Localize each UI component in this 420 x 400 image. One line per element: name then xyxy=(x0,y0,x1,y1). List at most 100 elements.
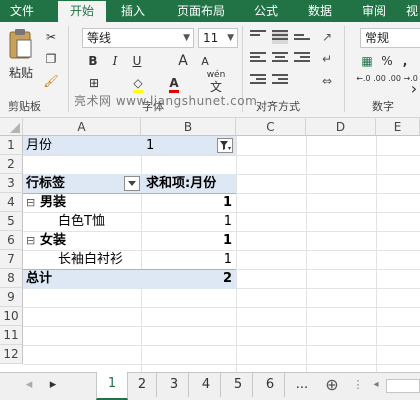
column-header-a[interactable]: A xyxy=(23,118,141,136)
column-header-e[interactable]: E xyxy=(376,118,420,136)
tab-formulas[interactable]: 公式 xyxy=(246,0,286,22)
tab-home[interactable]: 开始 xyxy=(58,1,106,22)
row-label-filter-button[interactable] xyxy=(124,176,140,191)
align-center-icon[interactable] xyxy=(272,52,288,66)
alignment-group-label: 对齐方式 xyxy=(256,100,300,113)
font-name-select[interactable]: 等线 ▼ xyxy=(82,28,194,48)
pivot-total-label[interactable]: 总计 xyxy=(26,269,52,288)
collapse-button[interactable]: ⊟ xyxy=(26,193,35,212)
number-format-select[interactable]: 常规 xyxy=(360,28,420,48)
gridline xyxy=(23,364,420,365)
sheet-tab-3[interactable]: 3 xyxy=(160,373,189,397)
select-all-corner[interactable] xyxy=(0,118,23,136)
chevron-right-icon[interactable]: › xyxy=(408,80,420,98)
paste-button[interactable] xyxy=(6,28,34,62)
pivot-item-value[interactable]: 1 xyxy=(141,212,235,231)
tab-file[interactable]: 文件 xyxy=(0,0,44,22)
column-header-d[interactable]: D xyxy=(306,118,376,136)
underline-button[interactable]: U xyxy=(130,52,144,70)
pivot-total-value[interactable]: 2 xyxy=(141,269,235,288)
pivot-value-header[interactable]: 求和项:月份 xyxy=(146,174,216,193)
increase-indent-icon[interactable] xyxy=(272,74,288,88)
worksheet-grid[interactable]: A B C D E 1 2 3 4 5 6 7 8 9 10 11 12 月份 … xyxy=(0,118,420,372)
row-header[interactable]: 11 xyxy=(0,326,23,345)
sheet-more-button[interactable]: ... xyxy=(290,373,314,397)
currency-icon[interactable]: ▦ xyxy=(360,52,374,70)
sheet-tab-1[interactable]: 1 xyxy=(96,372,128,400)
pivot-filter-label[interactable]: 月份 xyxy=(26,136,52,155)
tab-review[interactable]: 审阅 xyxy=(354,0,394,22)
scroll-split-handle[interactable]: ⋮ xyxy=(352,373,364,397)
sheet-prev-button[interactable]: ◂ xyxy=(22,373,36,397)
horizontal-scrollbar[interactable] xyxy=(386,379,420,393)
italic-button[interactable]: I xyxy=(108,52,122,70)
align-middle-icon[interactable] xyxy=(272,30,288,44)
sheet-next-button[interactable]: ▸ xyxy=(46,373,60,397)
row-header[interactable]: 2 xyxy=(0,155,23,174)
add-sheet-icon[interactable]: ⊕ xyxy=(322,373,342,397)
sheet-tab-6[interactable]: 6 xyxy=(256,373,285,397)
align-right-icon[interactable] xyxy=(294,52,310,66)
clipboard-group-label: 剪贴板 xyxy=(8,100,41,113)
row-header[interactable]: 9 xyxy=(0,288,23,307)
percent-button[interactable]: % xyxy=(380,52,394,70)
orientation-icon[interactable]: ↗ xyxy=(318,28,336,46)
decrease-indent-icon[interactable] xyxy=(250,74,266,88)
row-header[interactable]: 12 xyxy=(0,345,23,364)
pivot-group-value[interactable]: 1 xyxy=(141,193,235,212)
font-color-icon: A xyxy=(169,76,179,93)
tab-page-layout[interactable]: 页面布局 xyxy=(168,0,234,22)
merge-icon[interactable]: ⇔ xyxy=(318,72,336,90)
pivot-item-value[interactable]: 1 xyxy=(141,250,235,269)
fill-color-icon[interactable]: ◇ xyxy=(128,74,148,93)
select-all-icon xyxy=(10,123,20,133)
phonetic-button[interactable]: wén 文 xyxy=(204,70,228,94)
number-group-label: 数字 xyxy=(372,100,394,113)
sheet-tab-5[interactable]: 5 xyxy=(224,373,253,397)
increase-decimal-button[interactable]: ←.0 .00 xyxy=(356,74,386,83)
grow-font-button[interactable]: A xyxy=(176,52,190,70)
filter-dropdown-button[interactable] xyxy=(217,138,233,153)
wrap-text-icon[interactable]: ↵ xyxy=(318,50,336,68)
sheet-tab-4[interactable]: 4 xyxy=(192,373,221,397)
shrink-font-button[interactable]: A xyxy=(198,53,212,71)
pivot-group-label[interactable]: 男装 xyxy=(40,193,66,212)
scroll-left-icon[interactable]: ◂ xyxy=(370,373,382,397)
pivot-filter-value[interactable]: 1 xyxy=(146,136,154,155)
column-header-c[interactable]: C xyxy=(236,118,306,136)
bold-button[interactable]: B xyxy=(86,52,100,70)
format-painter-icon[interactable]: 🖌 xyxy=(42,72,60,90)
pivot-item-label[interactable]: 白色T恤 xyxy=(58,212,105,231)
pivot-group-label[interactable]: 女装 xyxy=(40,231,66,250)
font-color-button[interactable]: A xyxy=(164,74,184,93)
font-size-select[interactable]: 11 ▼ xyxy=(198,28,238,48)
tab-data[interactable]: 数据 xyxy=(300,0,340,22)
tab-insert[interactable]: 插入 xyxy=(112,0,154,22)
separator xyxy=(68,26,69,112)
gridline xyxy=(23,155,420,156)
chevron-down-icon xyxy=(128,181,136,186)
row-header[interactable]: 4 xyxy=(0,193,23,212)
column-header-b[interactable]: B xyxy=(141,118,236,136)
tab-view[interactable]: 视 xyxy=(404,0,420,22)
sheet-tab-2[interactable]: 2 xyxy=(128,373,157,397)
row-header[interactable]: 3 xyxy=(0,174,23,193)
row-header[interactable]: 6 xyxy=(0,231,23,250)
align-top-icon[interactable] xyxy=(250,30,266,44)
row-header[interactable]: 7 xyxy=(0,250,23,269)
cut-icon[interactable]: ✂ xyxy=(42,28,60,46)
row-header[interactable]: 10 xyxy=(0,307,23,326)
ribbon-tab-bar: 文件 开始 插入 页面布局 公式 数据 审阅 视 xyxy=(0,0,420,22)
align-bottom-icon[interactable] xyxy=(294,30,310,44)
comma-button[interactable]: , xyxy=(398,52,412,70)
pivot-group-value[interactable]: 1 xyxy=(141,231,235,250)
collapse-button[interactable]: ⊟ xyxy=(26,231,35,250)
copy-icon[interactable]: ❐ xyxy=(42,50,60,68)
border-icon[interactable]: ⊞ xyxy=(86,74,102,92)
row-header[interactable]: 5 xyxy=(0,212,23,231)
align-left-icon[interactable] xyxy=(250,52,266,66)
row-header[interactable]: 8 xyxy=(0,269,23,288)
row-header[interactable]: 1 xyxy=(0,136,23,155)
pivot-item-label[interactable]: 长袖白衬衫 xyxy=(58,250,123,269)
pivot-row-label-header[interactable]: 行标签 xyxy=(26,174,65,193)
